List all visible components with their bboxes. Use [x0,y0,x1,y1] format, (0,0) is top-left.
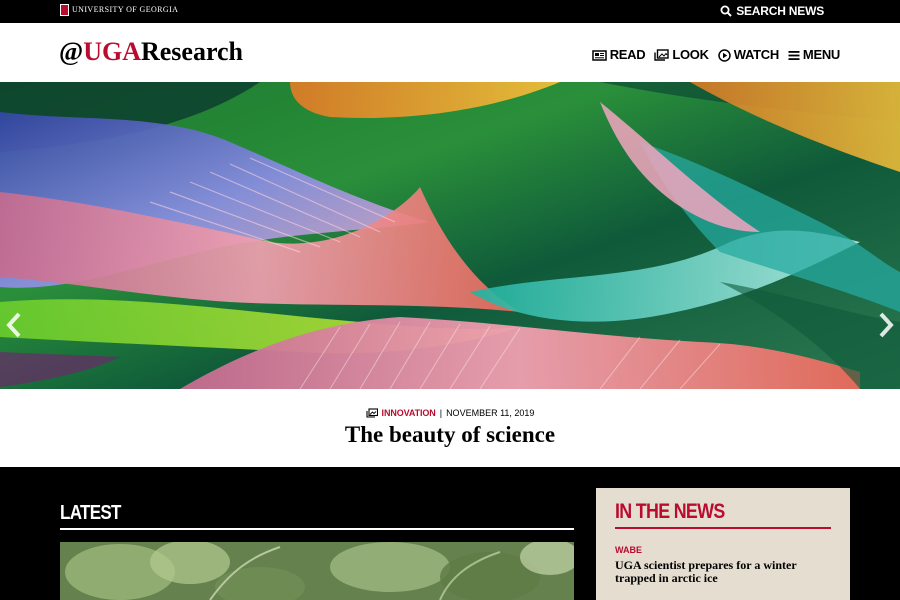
photos-icon [654,49,670,61]
latest-story-image[interactable] [60,542,574,600]
feature-meta: INNOVATION | NOVEMBER 11, 2019 [0,408,900,418]
nav-menu[interactable]: MENU [788,47,840,63]
carousel-prev-arrow-icon[interactable] [4,310,24,340]
university-name: UNIVERSITY OF GEORGIA [72,5,179,14]
nav-read[interactable]: READ [591,47,646,63]
in-the-news-divider [615,527,831,529]
news-source: WABE [615,545,642,555]
nav-look[interactable]: LOOK [654,47,709,63]
magnifier-icon [720,5,732,17]
carousel-next-arrow-icon[interactable] [876,310,896,340]
hamburger-icon [788,50,800,60]
plant-photo [60,542,574,600]
photos-icon [365,408,378,418]
nav-watch[interactable]: WATCH [717,47,780,63]
hero-image [0,82,900,389]
in-the-news-heading: IN THE NEWS [615,500,725,523]
in-the-news-panel: IN THE NEWS WABE UGA scientist prepares … [596,488,850,600]
news-story-link[interactable]: UGA scientist prepares for a winter trap… [615,559,835,585]
latest-heading: LATEST [60,502,121,524]
nav-look-label: LOOK [672,47,709,62]
top-bar: UNIVERSITY OF GEORGIA SEARCH NEWS [0,0,900,23]
logo-suffix: Research [140,37,244,66]
hero-carousel[interactable] [0,82,900,389]
feature-title-link[interactable]: The beauty of science [0,422,900,448]
latest-divider [60,528,574,530]
nav-menu-label: MENU [802,47,840,62]
main-nav: READ LOOK WATCH MENU [591,47,840,63]
nav-watch-label: WATCH [733,47,780,62]
feature-caption: INNOVATION | NOVEMBER 11, 2019 The beaut… [0,389,900,467]
logo-brand: UGA [83,37,141,66]
feature-date: NOVEMBER 11, 2019 [446,408,535,418]
search-news-label: SEARCH NEWS [736,4,824,18]
play-circle-icon [717,48,731,62]
feature-category-link[interactable]: INNOVATION [382,408,436,418]
newspaper-icon [591,49,607,61]
site-header: @UGAResearch READ LOOK WATCH MENU [0,23,900,82]
nav-read-label: READ [609,47,646,62]
site-logo[interactable]: @UGAResearch [59,36,243,68]
university-link[interactable]: UNIVERSITY OF GEORGIA [60,4,178,16]
logo-at: @ [59,37,84,66]
meta-separator: | [439,408,443,418]
uga-arch-icon [60,4,69,16]
search-news-button[interactable]: SEARCH NEWS [720,4,824,18]
